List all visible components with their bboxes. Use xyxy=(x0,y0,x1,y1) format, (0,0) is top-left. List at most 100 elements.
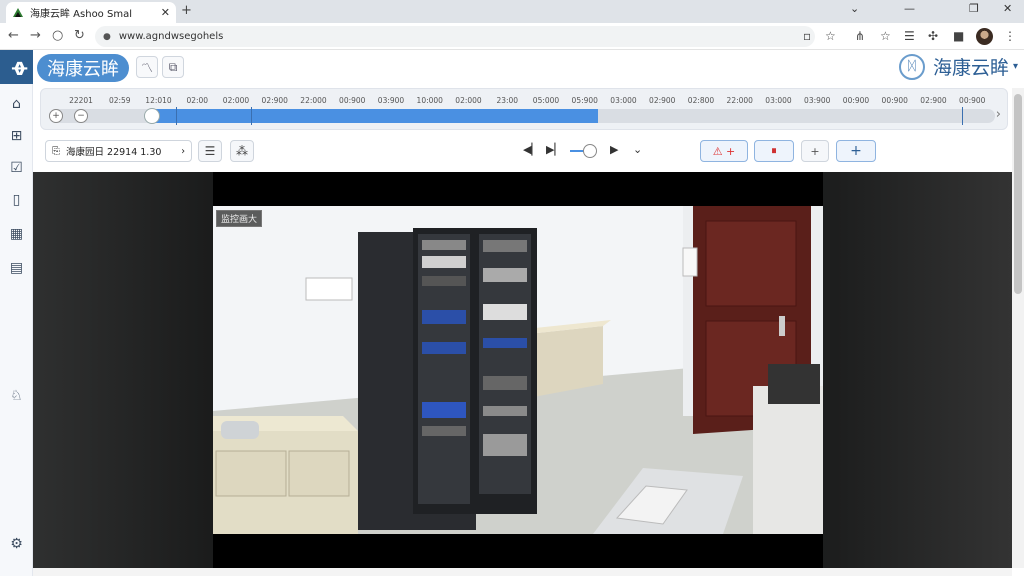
settings-nav-icon[interactable]: ⚙ xyxy=(0,536,33,552)
zoom-in-icon[interactable]: + xyxy=(49,109,63,123)
timeline-tick-label: 05:000 xyxy=(532,96,560,105)
minimize-icon[interactable]: — xyxy=(904,2,915,15)
tab-title: 海康云眸 Ashoo Smal xyxy=(30,9,132,20)
bottom-strip xyxy=(33,568,1012,576)
brand-title[interactable]: 海康云眸 xyxy=(37,54,129,82)
favorites-icon[interactable]: ☆ xyxy=(880,29,891,43)
timeline-ticks: 22201 02:59 12:010 02:00 02:000 02:900 22:000 0… xyxy=(67,96,997,108)
scrollbar-thumb[interactable] xyxy=(1014,94,1022,294)
timeline-tick-label: 00:900 xyxy=(881,96,908,105)
timeline-tick-label: 03:000 xyxy=(610,96,637,105)
add-channel-button[interactable]: + xyxy=(836,140,876,162)
square-icon[interactable]: ■ xyxy=(953,29,964,43)
timeline-tick-label: 22:000 xyxy=(300,96,327,105)
browser-tab[interactable]: 海康云眸 Ashoo Smal ✕ xyxy=(6,2,176,23)
extension-icon[interactable]: ⋔ xyxy=(855,29,865,43)
address-bar-row: ← → ○ ↻ ● www.agndwsegohels ▫ ☆ ⋔ ☆ ☰ ✣ … xyxy=(0,23,1024,50)
timeline-track[interactable] xyxy=(49,107,995,125)
hcy-logo-icon: ᛞ xyxy=(898,53,925,80)
record-button[interactable]: ⏸ xyxy=(754,140,794,162)
next-frame-icon[interactable]: ▶▏ xyxy=(546,143,563,156)
timeline-tick-label: 02:900 xyxy=(920,96,947,105)
timeline-marker xyxy=(251,107,252,125)
bookmark-star-icon[interactable]: ☆ xyxy=(825,29,836,43)
sidebar: ᚖ ⌂ ⊞ ☑ ▯ ▦ ▤ ♘ ⚙ xyxy=(0,50,33,576)
timeline-tick-label: 02:900 xyxy=(649,96,676,105)
reading-list-icon[interactable]: ☰ xyxy=(904,29,915,43)
url-text: www.agndwsegohels xyxy=(118,31,224,42)
timeline-tick-label: 02:000 xyxy=(455,96,482,105)
camera-label: 监控画大 xyxy=(216,210,263,227)
timeline-tick-label: 02:59 xyxy=(108,96,131,105)
menu-icon[interactable]: ⋮ xyxy=(1004,29,1016,43)
alerts-nav-icon[interactable]: ♘ xyxy=(0,388,33,404)
maximize-icon[interactable]: ❐ xyxy=(969,2,979,15)
chevron-down-icon[interactable]: ⌄ xyxy=(633,143,642,156)
timeline-marker xyxy=(962,107,963,125)
layout-nav-icon[interactable]: ▤ xyxy=(0,260,33,276)
files-nav-icon[interactable]: ▯ xyxy=(0,192,33,208)
timeline-tick-label: 22:000 xyxy=(726,96,753,105)
records-nav-icon[interactable]: ☑ xyxy=(0,160,33,176)
date-text: 海康园日 22914 1.30 xyxy=(66,147,162,158)
zoom-out-icon[interactable]: − xyxy=(74,109,88,123)
calendar-icon: ⎘ xyxy=(52,145,60,157)
playback-toolbar: ⎘ 海康园日 22914 1.30 › ☰ ⁂ ◀▏ ▶▏ ▶ ⌄ ⚠ + ⏸ … xyxy=(33,134,1024,168)
timeline-progress xyxy=(152,109,598,123)
timeline-tick-label: 02:00 xyxy=(186,96,209,105)
home-nav-icon[interactable]: ⌂ xyxy=(0,96,33,112)
timeline-tick-label: 05:900 xyxy=(571,96,598,105)
list-view-button[interactable]: ☰ xyxy=(198,140,222,162)
browser-tab-bar: 海康云眸 Ashoo Smal ✕ + ⌄ — ❐ ✕ xyxy=(0,0,1024,23)
timeline-tick-label: 03:000 xyxy=(765,96,792,105)
speed-slider-track xyxy=(570,150,584,152)
puzzle-icon[interactable]: ✣ xyxy=(928,29,938,43)
video-frame[interactable]: 监控画大 xyxy=(213,172,823,568)
app-header: 海康云眸 〽 ⧉ ᛞ 海康云眸 ▾ xyxy=(33,50,1024,87)
account-brand[interactable]: ᛞ 海康云眸 ▾ xyxy=(898,53,1018,80)
timeline-tick-label: 12:010 xyxy=(145,96,172,105)
timeline-tick-label: 02:800 xyxy=(687,96,715,105)
camera-feed: 监控画大 xyxy=(213,206,823,534)
timeline-tick-label: 03:900 xyxy=(377,96,405,105)
chevron-right-icon: › xyxy=(181,145,185,157)
timeline-tick-label: 00:900 xyxy=(959,96,986,105)
forward-icon[interactable]: → xyxy=(30,28,41,43)
timeline-tick-label: 03:900 xyxy=(804,96,831,105)
window-icon[interactable]: ⧉ xyxy=(162,56,184,78)
tab-close-icon[interactable]: ✕ xyxy=(161,6,170,19)
back-icon[interactable]: ← xyxy=(8,28,19,43)
profile-avatar[interactable] xyxy=(976,28,993,45)
timeline-tick-label: 02:900 xyxy=(261,96,288,105)
brand-right-title: 海康云眸 xyxy=(932,57,1009,79)
reload-icon[interactable]: ↻ xyxy=(74,28,85,43)
timeline-handle[interactable] xyxy=(144,108,160,124)
speed-slider-handle[interactable] xyxy=(583,144,597,158)
app-logo-icon[interactable]: ᚖ xyxy=(0,50,33,84)
chevron-right-icon[interactable]: › xyxy=(996,107,1001,122)
timeline-tick-label: 10:000 xyxy=(416,96,443,105)
new-tab-icon[interactable]: + xyxy=(181,3,192,18)
timeline-tick-label: 00:900 xyxy=(842,96,870,105)
timeline-tick-label: 00:900 xyxy=(339,96,366,105)
server-room-image xyxy=(213,206,823,534)
playback-timeline[interactable]: 22201 02:59 12:010 02:00 02:000 02:900 22:000 0… xyxy=(40,88,1008,130)
date-picker[interactable]: ⎘ 海康园日 22914 1.30 › xyxy=(45,140,192,162)
prev-frame-icon[interactable]: ◀▏ xyxy=(523,143,540,156)
alarm-add-button[interactable]: ⚠ + xyxy=(700,140,748,162)
stats-nav-icon[interactable]: ▦ xyxy=(0,226,33,242)
video-viewer[interactable]: 监控画大 xyxy=(33,172,1012,568)
add-button[interactable]: + xyxy=(801,140,829,162)
chevron-down-icon: ▾ xyxy=(1012,61,1018,72)
chart-icon[interactable]: 〽 xyxy=(136,56,158,78)
close-window-icon[interactable]: ✕ xyxy=(1003,2,1012,15)
page-scrollbar[interactable] xyxy=(1012,88,1024,568)
devices-nav-icon[interactable]: ⊞ xyxy=(0,128,33,144)
tab-search-icon[interactable]: ⌄ xyxy=(850,2,859,15)
page-icon[interactable]: ▫ xyxy=(803,29,811,43)
hik-favicon-icon xyxy=(13,7,23,17)
home-icon[interactable]: ○ xyxy=(52,28,63,43)
grid-view-button[interactable]: ⁂ xyxy=(230,140,254,162)
url-field[interactable]: ● www.agndwsegohels xyxy=(95,26,815,47)
play-icon[interactable]: ▶ xyxy=(610,143,618,156)
